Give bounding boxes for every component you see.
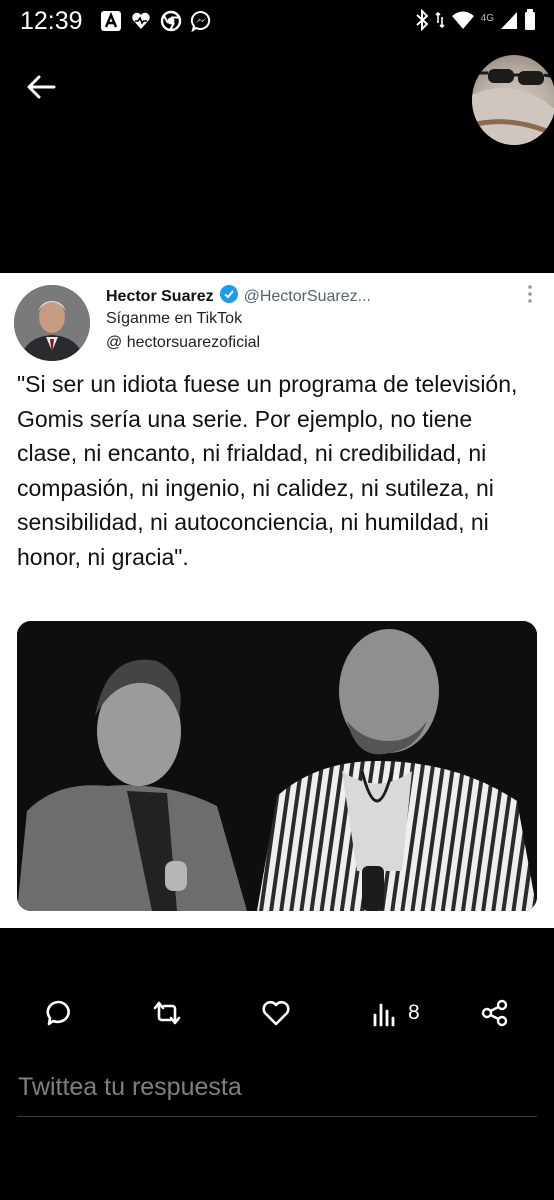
views-chart-icon — [373, 1003, 395, 1027]
tweet-card[interactable]: Hector Suarez @HectorSuarez... Síganme e… — [0, 273, 554, 928]
views-count: 8 — [408, 1001, 420, 1024]
verified-badge-icon — [219, 285, 238, 308]
like-button[interactable] — [261, 990, 291, 1036]
data-arrows-icon — [435, 9, 445, 36]
tweet-photo[interactable] — [17, 621, 537, 911]
share-icon — [481, 999, 508, 1027]
more-options-icon — [526, 283, 534, 305]
wifi-icon — [451, 10, 475, 35]
author-handle: @HectorSuarez... — [243, 287, 371, 305]
status-bar: 12:39 4G — [0, 0, 554, 46]
health-icon — [130, 10, 152, 32]
chrome-icon — [160, 10, 182, 32]
comment-icon — [46, 1000, 70, 1026]
bio-line-1: Síganme en TikTok — [106, 310, 243, 327]
reply-divider — [17, 1116, 537, 1117]
signal-icon — [500, 10, 518, 35]
reply-button[interactable] — [44, 990, 74, 1036]
messenger-icon — [190, 10, 212, 32]
views-button[interactable]: 8 — [372, 990, 420, 1036]
sunglasses-icon — [472, 69, 554, 145]
retweet-button[interactable] — [151, 990, 183, 1036]
back-button[interactable] — [22, 68, 60, 106]
app-notification-icon — [100, 10, 122, 32]
author-line: Hector Suarez @HectorSuarez... — [106, 285, 526, 308]
notification-icons — [100, 10, 212, 32]
bluetooth-icon — [415, 8, 429, 36]
arrow-left-icon — [27, 75, 56, 99]
tweet-text: "Si ser un idiota fuese un programa de t… — [17, 371, 518, 570]
battery-icon — [524, 9, 536, 36]
bio-line-2: @ hectorsuarezoficial — [106, 334, 261, 351]
share-button[interactable] — [480, 990, 510, 1036]
profile-avatar[interactable] — [472, 55, 554, 145]
heart-icon — [262, 1000, 290, 1026]
status-time: 12:39 — [20, 7, 83, 35]
network-type: 4G — [480, 13, 494, 24]
reply-input[interactable]: Twittea tu respuesta — [18, 1073, 242, 1102]
system-icons: 4G — [415, 8, 536, 36]
author-avatar — [14, 285, 90, 361]
author-name: Hector Suarez — [106, 287, 214, 305]
retweet-icon — [153, 1001, 181, 1025]
tweet-actions: 8 — [0, 990, 554, 1040]
